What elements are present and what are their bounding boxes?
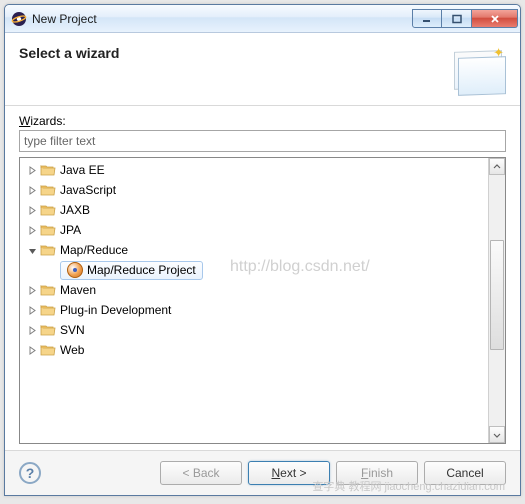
folder-icon	[40, 243, 56, 257]
expand-arrow-icon[interactable]	[26, 184, 38, 196]
titlebar[interactable]: New Project	[5, 5, 520, 33]
filter-input[interactable]	[19, 130, 506, 152]
tree-item[interactable]: Plug-in Development	[20, 300, 505, 320]
expand-arrow-icon[interactable]	[26, 304, 38, 316]
minimize-button[interactable]	[412, 9, 442, 28]
tree-item-label: Map/Reduce	[60, 243, 128, 257]
close-button[interactable]	[472, 9, 518, 28]
tree-item[interactable]: Map/Reduce Project	[20, 260, 505, 280]
finish-button[interactable]: Finish	[336, 461, 418, 485]
dialog-body: Wizards: Java EE JavaScript JAXB JPA Map/Red…	[5, 106, 520, 450]
tree-item[interactable]: SVN	[20, 320, 505, 340]
tree-item[interactable]: JAXB	[20, 200, 505, 220]
expand-arrow-icon[interactable]	[26, 284, 38, 296]
tree-container: Java EE JavaScript JAXB JPA Map/Reduce Map/Re…	[19, 157, 506, 444]
app-icon	[11, 11, 27, 27]
cancel-button[interactable]: Cancel	[424, 461, 506, 485]
tree-item-label: JAXB	[60, 203, 90, 217]
folder-icon	[40, 323, 56, 337]
wizard-tree[interactable]: Java EE JavaScript JAXB JPA Map/Reduce Map/Re…	[20, 158, 505, 443]
tree-item-label: Plug-in Development	[60, 303, 171, 317]
expand-arrow-icon[interactable]	[26, 324, 38, 336]
scroll-thumb[interactable]	[490, 240, 504, 350]
tree-item[interactable]: Java EE	[20, 160, 505, 180]
folder-icon	[40, 283, 56, 297]
page-title: Select a wizard	[19, 45, 119, 61]
folder-icon	[40, 163, 56, 177]
tree-item[interactable]: Map/Reduce	[20, 240, 505, 260]
wizards-label: Wizards:	[19, 114, 506, 128]
maximize-button[interactable]	[442, 9, 472, 28]
tree-item-label: Java EE	[60, 163, 105, 177]
next-button[interactable]: Next >	[248, 461, 330, 485]
scroll-down-button[interactable]	[489, 426, 505, 443]
tree-item[interactable]: JPA	[20, 220, 505, 240]
expand-arrow-icon[interactable]	[26, 164, 38, 176]
expand-arrow-icon[interactable]	[26, 244, 38, 256]
help-button[interactable]: ?	[19, 462, 41, 484]
tree-item[interactable]: Web	[20, 340, 505, 360]
folder-icon	[40, 183, 56, 197]
expand-arrow-icon[interactable]	[26, 224, 38, 236]
expand-arrow-icon[interactable]	[26, 204, 38, 216]
window-controls	[412, 9, 518, 28]
folder-icon	[40, 343, 56, 357]
window-title: New Project	[32, 12, 412, 26]
tree-item[interactable]: JavaScript	[20, 180, 505, 200]
project-icon	[67, 262, 83, 278]
back-button[interactable]: < Back	[160, 461, 242, 485]
scroll-up-button[interactable]	[489, 158, 505, 175]
tree-item-label: JPA	[60, 223, 81, 237]
tree-item-label: Web	[60, 343, 84, 357]
button-bar: < Back Next > Finish Cancel	[160, 461, 506, 485]
wizard-banner-icon: ✦	[442, 45, 506, 95]
tree-item-label: SVN	[60, 323, 85, 337]
dialog-window: New Project Select a wizard ✦ Wizards: J…	[4, 4, 521, 496]
dialog-footer: ? < Back Next > Finish Cancel	[5, 450, 520, 495]
folder-icon	[40, 223, 56, 237]
dialog-header: Select a wizard ✦	[5, 33, 520, 106]
tree-item-label: Map/Reduce Project	[87, 263, 196, 277]
tree-item[interactable]: Maven	[20, 280, 505, 300]
scroll-track[interactable]	[489, 175, 505, 426]
folder-icon	[40, 203, 56, 217]
tree-item-label: JavaScript	[60, 183, 116, 197]
tree-item-label: Maven	[60, 283, 96, 297]
folder-icon	[40, 303, 56, 317]
vertical-scrollbar[interactable]	[488, 158, 505, 443]
expand-arrow-icon[interactable]	[26, 344, 38, 356]
